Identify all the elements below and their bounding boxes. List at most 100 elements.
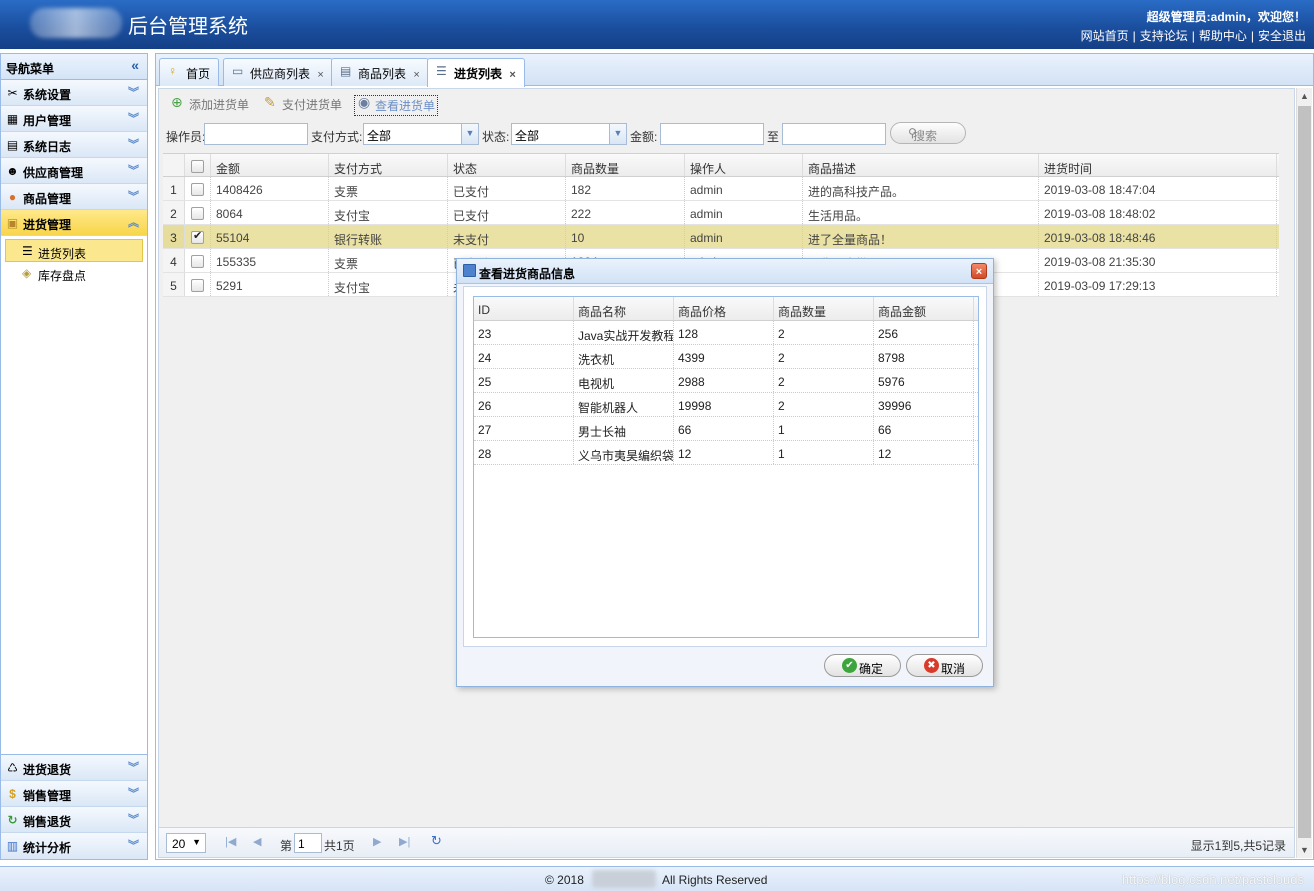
col-id[interactable]: ID [474, 297, 574, 320]
close-icon[interactable]: × [413, 69, 419, 81]
chevron-down-icon[interactable]: ︾ [128, 136, 139, 152]
chevron-down-icon[interactable]: ▼ [461, 124, 478, 144]
scroll-down-icon[interactable]: ▼ [1300, 845, 1309, 855]
col-operator[interactable]: 操作人 [685, 154, 803, 176]
ok-button[interactable]: ✔ 确定 [824, 654, 901, 677]
chevron-down-icon[interactable]: ︾ [128, 84, 139, 100]
table-row[interactable]: 24 洗衣机 4399 2 8798 [474, 345, 978, 369]
table-row[interactable]: 1 1408426 支票 已支付 182 admin 进的高科技产品。 2019-03-08 … [163, 177, 1279, 201]
col-quantity[interactable]: 商品数量 [566, 154, 685, 176]
pay-purchase-button[interactable]: ✎ 支付进货单 [264, 94, 342, 113]
add-purchase-button[interactable]: ⊕ 添加进货单 [171, 94, 249, 113]
sidebar-subitem-purchase-list[interactable]: ☰ 进货列表 [5, 239, 143, 262]
vertical-scrollbar[interactable]: ▲ ▼ [1296, 88, 1312, 858]
sidebar-item-system-log[interactable]: ▤ 系统日志 ︾ [1, 132, 147, 158]
cell-pay-method: 支付宝 [329, 273, 448, 296]
chevron-down-icon[interactable]: ︾ [128, 785, 139, 801]
close-icon[interactable]: × [971, 263, 987, 279]
table-row[interactable]: 27 男士长袖 66 1 66 [474, 417, 978, 441]
refresh-icon[interactable]: ↻ [431, 833, 442, 849]
chevron-down-icon[interactable]: ︾ [128, 162, 139, 178]
col-goods-amount[interactable]: 商品金额 [874, 297, 974, 320]
return-icon: ♺ [7, 760, 18, 775]
next-page-icon[interactable]: ▶ [373, 835, 381, 848]
sidebar-subitem-inventory[interactable]: ◈ 库存盘点 [1, 262, 147, 285]
page-size-select[interactable]: 20 ▼ [166, 833, 206, 853]
sidebar-item-user-management[interactable]: ▦ 用户管理 ︾ [1, 106, 147, 132]
row-checkbox[interactable] [191, 182, 204, 196]
link-help[interactable]: 帮助中心 [1199, 29, 1247, 43]
pagination-bar: 20 ▼ |◀ ◀ 第 1 共1页 ▶ ▶| ↻ 显示1到5,共5记录 [159, 827, 1294, 857]
tab-goods-list[interactable]: ▤ 商品列表 × [331, 58, 429, 86]
col-description[interactable]: 商品描述 [803, 154, 1039, 176]
purchase-icon: ▣ [6, 215, 19, 230]
search-button[interactable]: ⚲ 搜索 [890, 122, 966, 144]
select-all-checkbox-cell[interactable] [185, 154, 211, 176]
row-checkbox[interactable] [191, 254, 204, 268]
close-icon[interactable]: × [509, 69, 515, 81]
row-checkbox-cell[interactable] [185, 177, 211, 200]
table-row[interactable]: 26 智能机器人 19998 2 39996 [474, 393, 978, 417]
sidebar-item-system-settings[interactable]: ✂ 系统设置 ︾ [1, 80, 147, 106]
amount-max-input[interactable] [782, 123, 886, 145]
cancel-button[interactable]: ✖ 取消 [906, 654, 983, 677]
tab-home[interactable]: ♀ 首页 [159, 58, 220, 86]
first-page-icon[interactable]: |◀ [225, 835, 236, 848]
operator-input[interactable] [204, 123, 308, 145]
collapse-sidebar-icon[interactable]: « [131, 57, 139, 73]
cell-purchase-time: 2019-03-08 21:35:30 [1039, 249, 1277, 272]
status-select[interactable]: 全部 ▼ [511, 123, 627, 145]
table-row[interactable]: 23 Java实战开发教程 128 2 256 [474, 321, 978, 345]
row-checkbox-cell[interactable] [185, 225, 211, 248]
chevron-down-icon[interactable]: ︾ [128, 837, 139, 853]
link-logout[interactable]: 安全退出 [1258, 29, 1306, 43]
row-checkbox-cell[interactable] [185, 201, 211, 224]
scroll-thumb[interactable] [1298, 106, 1311, 838]
sidebar-item-sales-management[interactable]: $ 销售管理 ︾ [1, 781, 147, 807]
close-icon[interactable]: × [317, 69, 323, 81]
col-goods-price[interactable]: 商品价格 [674, 297, 774, 320]
row-checkbox-cell[interactable] [185, 273, 211, 296]
scroll-up-icon[interactable]: ▲ [1300, 91, 1309, 101]
chevron-down-icon[interactable]: ︾ [128, 188, 139, 204]
col-status[interactable]: 状态 [448, 154, 566, 176]
table-row[interactable]: 2 8064 支付宝 已支付 222 admin 生活用品。 2019-03-08 18:48… [163, 201, 1279, 225]
view-purchase-button[interactable]: ◉ 查看进货单 [354, 94, 439, 116]
link-home[interactable]: 网站首页 [1081, 29, 1129, 43]
chevron-down-icon[interactable]: ︾ [128, 811, 139, 827]
amount-min-input[interactable] [660, 123, 764, 145]
tab-supplier-list[interactable]: ▭ 供应商列表 × [223, 58, 333, 86]
row-checkbox[interactable] [191, 229, 204, 244]
cell-goods-quantity: 2 [774, 321, 874, 344]
table-row[interactable]: 25 电视机 2988 2 5976 [474, 369, 978, 393]
col-purchase-time[interactable]: 进货时间 [1039, 154, 1277, 176]
chevron-down-icon[interactable]: ▼ [609, 124, 626, 144]
prev-page-icon[interactable]: ◀ [253, 835, 261, 848]
sidebar-item-supplier-management[interactable]: ☻ 供应商管理 ︾ [1, 158, 147, 184]
last-page-icon[interactable]: ▶| [399, 835, 410, 848]
table-row[interactable]: 28 义乌市夷昊编织袋 12 1 12 [474, 441, 978, 465]
sidebar-subitem-label: 库存盘点 [38, 269, 87, 283]
chevron-down-icon[interactable]: ︾ [128, 759, 139, 775]
row-checkbox-cell[interactable] [185, 249, 211, 272]
select-all-checkbox[interactable] [191, 159, 204, 173]
sidebar-item-goods-management[interactable]: ● 商品管理 ︾ [1, 184, 147, 210]
col-pay-method[interactable]: 支付方式 [329, 154, 448, 176]
sidebar-item-sales-return[interactable]: ↻ 销售退货 ︾ [1, 807, 147, 833]
tab-purchase-list[interactable]: ☰ 进货列表 × [427, 58, 525, 87]
chevron-up-icon[interactable]: ︽ [128, 214, 139, 230]
sidebar-item-purchase-management[interactable]: ▣ 进货管理 ︽ [1, 210, 147, 236]
chevron-down-icon[interactable]: ︾ [128, 110, 139, 126]
col-amount[interactable]: 金额 [211, 154, 329, 176]
page-number-input[interactable]: 1 [294, 833, 322, 853]
cell-pay-method: 支票 [329, 177, 448, 200]
sidebar-item-statistics[interactable]: ▥ 统计分析 ︾ [1, 833, 147, 859]
table-row[interactable]: 3 55104银行转账未支付10admin进了全量商品！2019-03-08 18… [163, 225, 1279, 249]
link-forum[interactable]: 支持论坛 [1140, 29, 1188, 43]
col-goods-name[interactable]: 商品名称 [574, 297, 674, 320]
row-checkbox[interactable] [191, 206, 204, 220]
row-checkbox[interactable] [191, 278, 204, 292]
col-goods-quantity[interactable]: 商品数量 [774, 297, 874, 320]
pay-method-select[interactable]: 全部 ▼ [363, 123, 479, 145]
sidebar-item-purchase-return[interactable]: ♺ 进货退货 ︾ [1, 755, 147, 781]
